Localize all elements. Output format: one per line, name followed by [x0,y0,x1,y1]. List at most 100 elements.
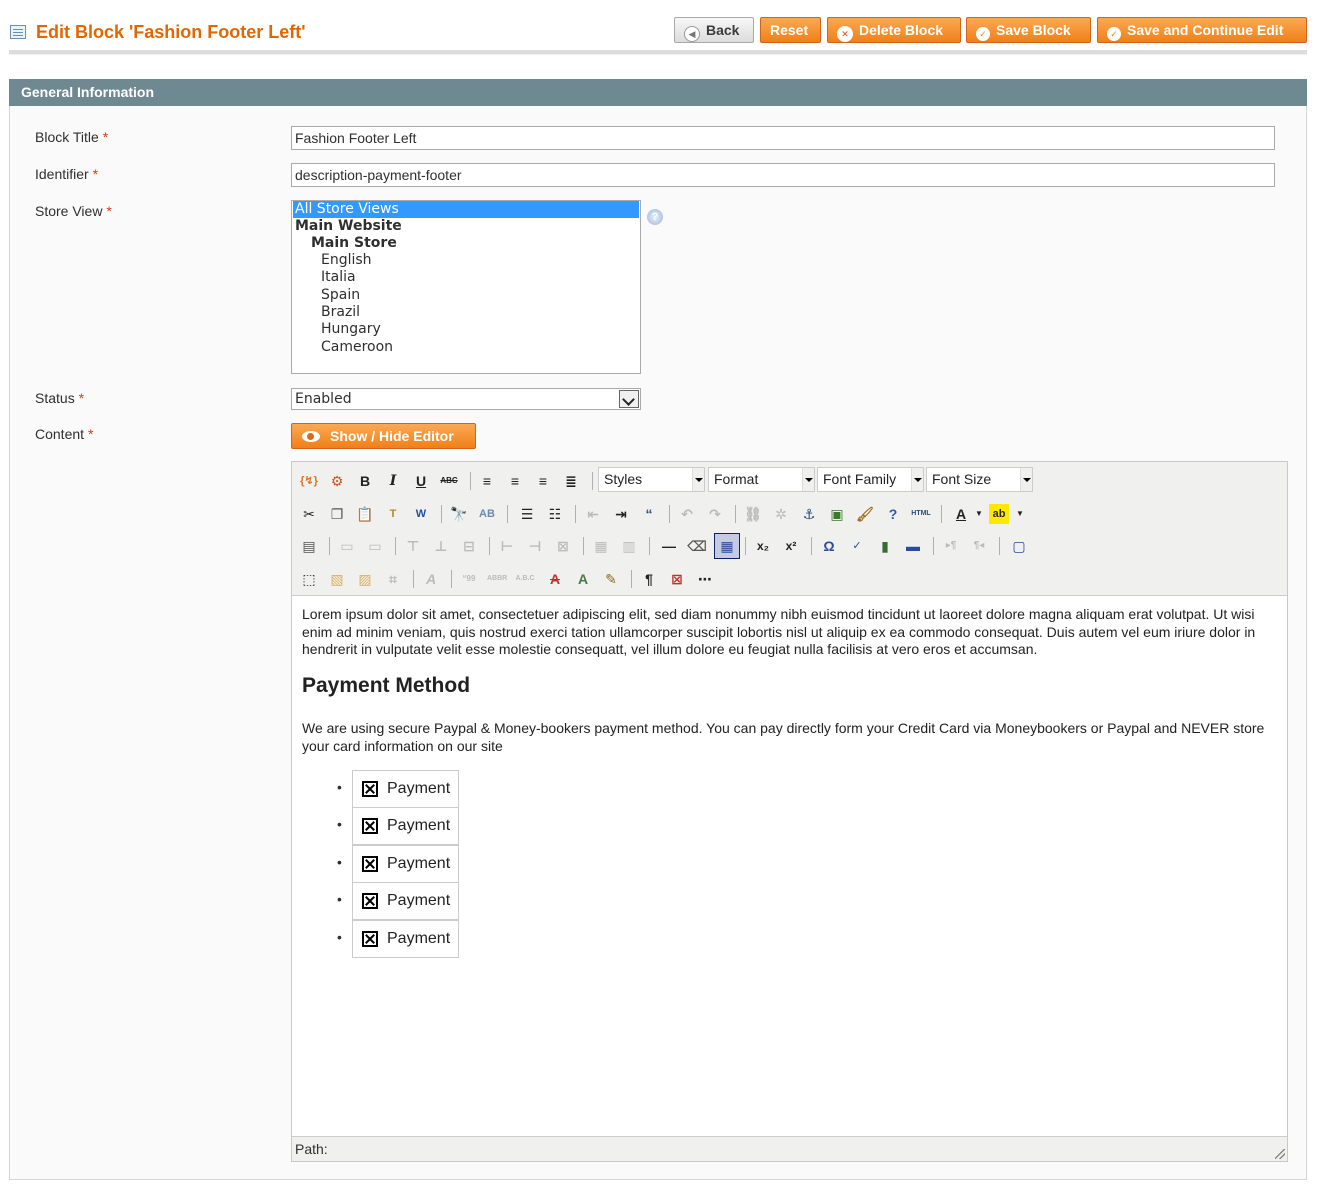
html-source-icon[interactable]: HTML [911,504,931,524]
horizontal-rule-icon[interactable]: — [659,536,679,556]
background-color-icon[interactable]: ab [989,504,1009,524]
font-size-dropdown[interactable]: Font Size [926,467,1033,492]
redo-icon[interactable]: ↷ [705,504,725,524]
insert-col-before-icon[interactable]: ⊢ [497,536,517,556]
move-forward-icon[interactable]: ▧ [327,569,347,589]
text-color-icon[interactable]: A [951,504,971,524]
insert-row-after-icon[interactable]: ⊥ [431,536,451,556]
abbreviation-icon[interactable]: ABBR [487,569,507,589]
subscript-icon[interactable]: x₂ [753,536,773,556]
bold-icon[interactable]: B [355,471,375,491]
payment-image-item[interactable]: Payment [352,770,459,808]
bullet-list-icon[interactable]: ☰ [517,504,537,524]
insert-media-icon[interactable]: ▮ [875,536,895,556]
save-block-button[interactable]: ✓ Save Block [966,17,1091,43]
delete-block-button[interactable]: ✕ Delete Block [827,17,961,43]
absolute-position-icon[interactable]: ⌗ [383,569,403,589]
anchor-icon[interactable]: ⚓ [799,504,819,524]
merge-cells-icon[interactable]: ▥ [619,536,639,556]
chevron-down-icon[interactable] [619,390,639,408]
numbered-list-icon[interactable]: ☷ [545,504,565,524]
store-option-hungary[interactable]: Hungary [293,321,639,338]
deletion-icon[interactable]: A [545,569,565,589]
align-left-icon[interactable]: ≡ [477,471,497,491]
help-editor-icon[interactable]: ? [883,504,903,524]
payment-image-item[interactable]: Payment [352,882,459,920]
undo-icon[interactable]: ↶ [677,504,697,524]
attributes-icon[interactable]: ✎ [601,569,621,589]
superscript-icon[interactable]: x² [781,536,801,556]
payment-image-item[interactable]: Payment [352,845,459,883]
italic-icon[interactable]: I [383,471,403,491]
ltr-icon[interactable]: ▸¶ [941,536,961,556]
store-option-english[interactable]: English [293,252,639,269]
editor-content-area[interactable]: Lorem ipsum dolor sit amet, consectetuer… [292,596,1287,1136]
special-char-icon[interactable]: Ω [819,536,839,556]
paste-word-icon[interactable]: W [411,504,431,524]
store-option-brazil[interactable]: Brazil [293,304,639,321]
link-icon[interactable]: ⛓ [743,504,763,524]
insertion-icon[interactable]: A [573,569,593,589]
block-title-input[interactable]: Fashion Footer Left [291,126,1275,150]
move-backward-icon[interactable]: ▨ [355,569,375,589]
rtl-icon[interactable]: ¶◂ [969,536,989,556]
back-button[interactable]: ◀ Back [674,17,754,43]
payment-image-item[interactable]: Payment [352,920,459,958]
fullscreen-icon[interactable]: ▢ [1009,536,1029,556]
store-view-multiselect[interactable]: All Store Views Main Website Main Store … [291,200,641,374]
chevron-down-icon[interactable]: ▼ [1010,504,1030,524]
store-option-cameroon[interactable]: Cameroon [293,339,639,356]
insert-widget-icon[interactable]: ⚙ [327,471,347,491]
find-icon[interactable]: 🔭 [449,504,469,524]
format-dropdown[interactable]: Format [708,467,815,492]
underline-icon[interactable]: U [411,471,431,491]
copy-icon[interactable]: ❐ [327,504,347,524]
cite-icon[interactable]: “99 [459,569,479,589]
nonbreaking-icon[interactable]: ⊠ [667,569,687,589]
visual-aid-icon[interactable]: ▦ [714,533,740,559]
insert-layer-box-icon[interactable]: ⬚ [299,569,319,589]
store-option-italia[interactable]: Italia [293,269,639,286]
delete-col-icon[interactable]: ⊠ [553,536,573,556]
font-family-dropdown[interactable]: Font Family [817,467,924,492]
status-select[interactable]: Enabled [291,388,641,410]
insert-col-after-icon[interactable]: ⊣ [525,536,545,556]
split-cells-icon[interactable]: ▦ [591,536,611,556]
paste-text-icon[interactable]: T [383,504,403,524]
spellcheck-icon[interactable]: ✓ [847,536,867,556]
delete-row-icon[interactable]: ⊟ [459,536,479,556]
show-hide-editor-button[interactable]: Show / Hide Editor [291,423,476,449]
remove-format-icon[interactable]: ⌫ [687,536,707,556]
chevron-down-icon[interactable]: ▼ [969,504,989,524]
strikethrough-icon[interactable]: ABC [439,471,459,491]
replace-icon[interactable]: AB [477,504,497,524]
insert-image-icon[interactable]: ▣ [827,504,847,524]
save-and-continue-button[interactable]: ✓ Save and Continue Edit [1097,17,1307,43]
row-properties-icon[interactable]: ▭ [337,536,357,556]
indent-icon[interactable]: ⇥ [611,504,631,524]
cleanup-icon[interactable]: 🖌 [855,504,875,524]
store-option-spain[interactable]: Spain [293,287,639,304]
help-icon[interactable]: ? [647,209,663,225]
page-break-icon[interactable]: ⋯ [695,569,715,589]
style-props-icon[interactable]: A [421,569,441,589]
align-right-icon[interactable]: ≡ [533,471,553,491]
insert-variable-icon[interactable]: {↯} [299,471,319,491]
paste-icon[interactable]: 📋 [355,504,375,524]
insert-table-icon[interactable]: ▤ [299,536,319,556]
show-blocks-icon[interactable]: ¶ [639,569,659,589]
cell-properties-icon[interactable]: ▭ [365,536,385,556]
outdent-icon[interactable]: ⇤ [583,504,603,524]
align-center-icon[interactable]: ≡ [505,471,525,491]
insert-row-before-icon[interactable]: ⊤ [403,536,423,556]
styles-dropdown[interactable]: Styles [598,467,705,492]
cut-icon[interactable]: ✂ [299,504,319,524]
payment-image-item[interactable]: Payment [352,807,459,845]
insert-layer-icon[interactable]: ▬ [903,536,923,556]
identifier-input[interactable]: description-payment-footer [291,163,1275,187]
store-option-all[interactable]: All Store Views [293,201,639,218]
resize-grip-icon[interactable] [1275,1149,1285,1159]
acronym-icon[interactable]: A.B.C [515,569,535,589]
align-justify-icon[interactable]: ≣ [561,471,581,491]
store-option-store[interactable]: Main Store [293,235,639,252]
